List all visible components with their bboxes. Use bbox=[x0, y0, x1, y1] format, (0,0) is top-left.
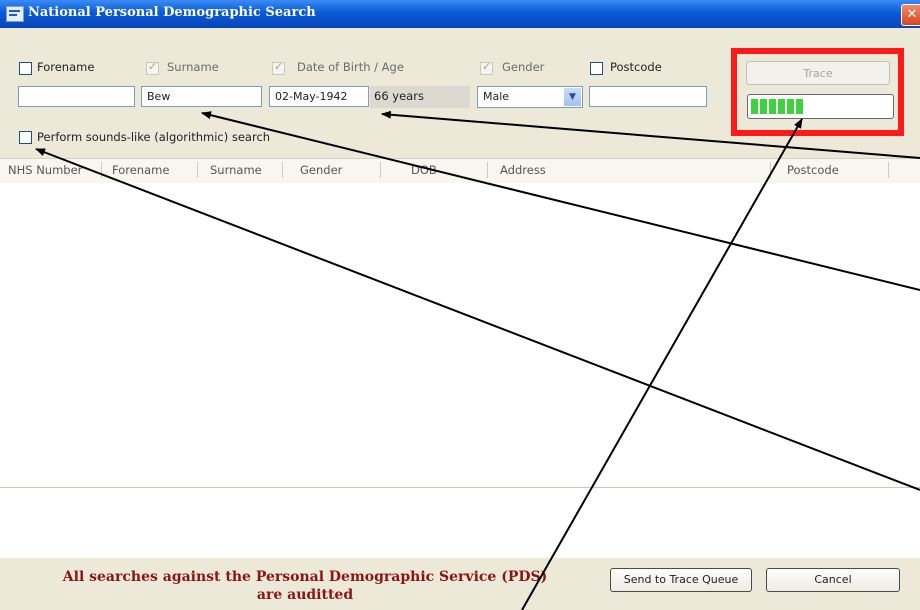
arrow-to-surname-input bbox=[201, 111, 920, 291]
arrow-to-soundslike-checkbox bbox=[35, 148, 920, 491]
app-window: National Personal Demographic Search ✕ F… bbox=[0, 0, 920, 610]
arrow-to-dob-input bbox=[381, 110, 920, 159]
arrow-to-progress-bar bbox=[521, 118, 803, 610]
annotation-arrows bbox=[35, 110, 920, 610]
